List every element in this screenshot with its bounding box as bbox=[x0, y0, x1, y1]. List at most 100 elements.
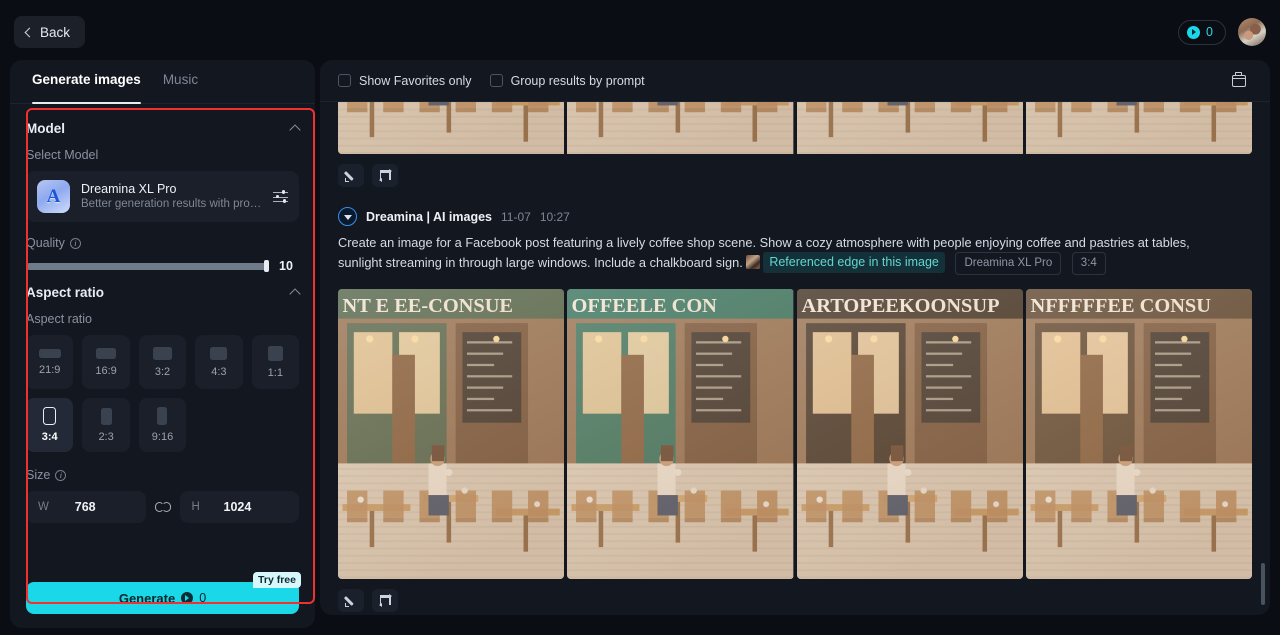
scrollbar-thumb[interactable] bbox=[1261, 563, 1265, 605]
quality-slider-thumb[interactable] bbox=[264, 260, 269, 272]
results-toolbar: Show Favorites only Group results by pro… bbox=[320, 60, 1270, 102]
reference-thumbnail[interactable] bbox=[746, 255, 761, 269]
generate-button-label: Generate bbox=[118, 590, 176, 606]
post-date: 11-07 bbox=[501, 209, 531, 224]
checkbox-group-by-prompt[interactable] bbox=[489, 74, 503, 87]
aspect-ratio-option-3-2[interactable]: 3:2 bbox=[138, 335, 187, 389]
result-image-3[interactable]: ARTOPEEKOONSUP bbox=[796, 289, 1023, 579]
reference-chip[interactable]: Referenced edge in this image bbox=[763, 252, 945, 273]
model-logo-icon: A bbox=[37, 180, 70, 213]
dreamina-logo-icon bbox=[338, 207, 357, 226]
post-time: 10:27 bbox=[539, 209, 570, 224]
avatar[interactable] bbox=[1238, 18, 1266, 46]
prompt-text-block: Create an image for a Facebook post feat… bbox=[338, 233, 1213, 275]
result-image-1[interactable]: NT E EE-CONSUE bbox=[338, 289, 565, 579]
width-key: W bbox=[38, 501, 49, 513]
aspect-ratio-option-16-9[interactable]: 16:9 bbox=[82, 335, 130, 389]
previous-result-images bbox=[338, 102, 1252, 154]
generate-cost: 0 bbox=[199, 591, 207, 605]
aspect-ratio-option-9-16[interactable]: 9:16 bbox=[138, 398, 187, 452]
generated-image[interactable]: NFFFFFEE CONSU bbox=[1025, 289, 1252, 579]
aspect-ratio-option-label: 4:3 bbox=[211, 365, 227, 378]
generate-area: Generate 0 Try free bbox=[26, 572, 301, 614]
model-settings-icon[interactable] bbox=[273, 190, 288, 203]
filter-show-favorites[interactable]: Show Favorites only bbox=[338, 74, 472, 88]
gallery-icon bbox=[1231, 72, 1247, 87]
generated-image[interactable] bbox=[567, 102, 794, 154]
model-card-text: Dreamina XL Pro Better generation result… bbox=[81, 182, 262, 212]
tab-music-label: Music bbox=[162, 72, 199, 87]
chevron-up-icon[interactable] bbox=[289, 288, 301, 300]
tab-music[interactable]: Music bbox=[163, 72, 198, 103]
chevron-left-icon bbox=[24, 27, 35, 37]
width-input[interactable]: W 768 bbox=[26, 491, 146, 523]
back-button-label: Back bbox=[40, 24, 71, 40]
regenerate-icon bbox=[378, 168, 392, 183]
aspect-ratio-option-21-9[interactable]: 21:9 bbox=[26, 335, 74, 389]
link-dimensions-icon[interactable] bbox=[154, 502, 171, 512]
aspect-ratio-option-label: 3:4 bbox=[41, 431, 58, 443]
filter-show-favorites-label: Show Favorites only bbox=[359, 73, 472, 88]
regenerate-button[interactable] bbox=[372, 589, 398, 612]
gallery-button[interactable] bbox=[1226, 68, 1252, 94]
tag-model: Dreamina XL Pro bbox=[955, 252, 1062, 275]
aspect-ratio-option-label: 21:9 bbox=[38, 363, 61, 376]
aspect-ratio-grid: 21:9 16:9 3:2 4:3 1:1 3:4 2:3 9:16 bbox=[26, 335, 299, 452]
model-logo-letter: A bbox=[46, 185, 61, 207]
pencil-icon bbox=[345, 170, 357, 182]
aspect-ratio-option-3-4[interactable]: 3:4 bbox=[26, 398, 74, 452]
edit-button[interactable] bbox=[338, 164, 364, 187]
info-icon[interactable]: i bbox=[69, 237, 81, 249]
chevron-up-icon[interactable] bbox=[289, 124, 301, 136]
image-crop bbox=[1025, 102, 1252, 154]
aspect-ratio-option-4-3[interactable]: 4:3 bbox=[195, 335, 243, 389]
result-image-2[interactable]: OFFEELE CON bbox=[567, 289, 794, 579]
model-card[interactable]: A Dreamina XL Pro Better generation resu… bbox=[26, 171, 299, 222]
previous-result-image-2[interactable] bbox=[567, 102, 794, 154]
generated-image[interactable]: OFFEELE CON bbox=[567, 289, 794, 579]
top-bar: Back 0 bbox=[0, 0, 1280, 64]
previous-result-image-3[interactable] bbox=[796, 102, 1023, 154]
quality-label: Quality i bbox=[26, 236, 299, 250]
generated-image[interactable] bbox=[338, 102, 565, 154]
image-crop bbox=[796, 102, 1023, 154]
tab-generate-images[interactable]: Generate images bbox=[32, 72, 141, 104]
results-scrollbar[interactable] bbox=[1261, 112, 1265, 609]
previous-result-image-1[interactable] bbox=[338, 102, 565, 154]
image-crop bbox=[567, 102, 794, 154]
height-input[interactable]: H 1024 bbox=[179, 491, 299, 523]
edit-button[interactable] bbox=[338, 589, 364, 612]
quality-label-text: Quality bbox=[26, 236, 65, 250]
generate-button[interactable]: Generate 0 Try free bbox=[26, 572, 301, 614]
previous-result-image-4[interactable] bbox=[1025, 102, 1252, 154]
generated-image[interactable]: ARTOPEEKOONSUP bbox=[796, 289, 1023, 579]
back-button[interactable]: Back bbox=[14, 16, 86, 48]
filter-group-by-prompt[interactable]: Group results by prompt bbox=[489, 74, 645, 88]
generated-image[interactable] bbox=[1025, 102, 1252, 154]
aspect-ratio-shape-icon bbox=[267, 345, 283, 361]
quality-slider[interactable] bbox=[26, 260, 269, 272]
result-image-4[interactable]: NFFFFFEE CONSU bbox=[1025, 289, 1252, 579]
aspect-ratio-shape-icon bbox=[100, 407, 112, 425]
coin-icon bbox=[181, 592, 194, 604]
height-value: 1024 bbox=[223, 500, 252, 514]
aspect-ratio-option-1-1[interactable]: 1:1 bbox=[251, 335, 299, 389]
aspect-ratio-shape-icon bbox=[210, 346, 228, 360]
size-label: Size i bbox=[26, 468, 299, 482]
aspect-ratio-option-2-3[interactable]: 2:3 bbox=[82, 398, 130, 452]
generated-image[interactable]: NT E EE-CONSUE bbox=[338, 289, 565, 579]
select-model-label-text: Select Model bbox=[26, 148, 99, 162]
settings-panel: Generate images Music Model Select Model… bbox=[10, 60, 315, 628]
results-panel: Show Favorites only Group results by pro… bbox=[320, 60, 1270, 615]
info-icon[interactable]: i bbox=[55, 469, 67, 481]
aspect-ratio-section-header: Aspect ratio bbox=[26, 285, 301, 300]
aspect-ratio-option-label: 2:3 bbox=[98, 430, 114, 443]
aspect-ratio-option-label: 16:9 bbox=[95, 364, 117, 377]
regenerate-button[interactable] bbox=[372, 164, 398, 187]
generated-image[interactable] bbox=[796, 102, 1023, 154]
size-row: W 768 H 1024 bbox=[26, 491, 299, 523]
checkbox-show-favorites[interactable] bbox=[338, 74, 351, 87]
tab-generate-images-label: Generate images bbox=[32, 72, 141, 87]
results-feed: Dreamina | AI images 11-07 10:27 Create … bbox=[320, 102, 1270, 615]
credit-balance-pill[interactable]: 0 bbox=[1178, 19, 1226, 45]
